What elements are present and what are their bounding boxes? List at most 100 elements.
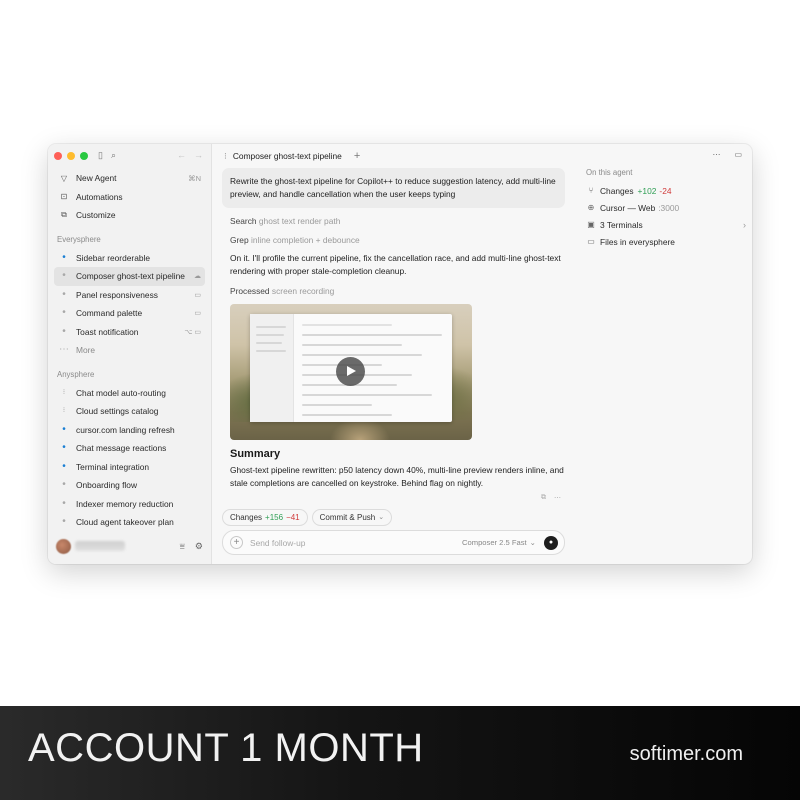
avatar[interactable] — [56, 538, 71, 554]
agent-item[interactable]: • Command palette ▭ — [54, 304, 205, 323]
loading-spinner-icon: ⁝ — [62, 407, 66, 415]
banner-site: softimer.com — [629, 743, 743, 765]
tool-step-processed[interactable]: Processed screen recording — [222, 286, 565, 297]
agent-item[interactable]: • Indexer memory reduction — [54, 495, 205, 514]
agent-item-label: cursor.com landing refresh — [76, 424, 175, 435]
preview-line — [256, 334, 284, 336]
new-tab-plus-icon[interactable]: + — [354, 150, 360, 162]
step-verb: Grep — [230, 235, 249, 245]
preview-line — [256, 342, 282, 344]
agent-item[interactable]: • Chat message reactions — [54, 439, 205, 458]
customize-icon: ⧉ — [61, 210, 67, 220]
chevron-down-icon: ⌄ — [378, 514, 385, 521]
additions-count: +102 — [637, 185, 657, 196]
screen-recording-thumbnail[interactable] — [230, 304, 472, 440]
more-label: More — [76, 345, 96, 356]
agent-item-label: Sidebar reorderable — [76, 252, 151, 263]
agent-item[interactable]: ⁝ Cloud settings catalog — [54, 402, 205, 421]
forward-arrow-icon[interactable]: → — [194, 150, 203, 160]
terminal-icon: ▣ — [587, 220, 595, 229]
tool-step-search[interactable]: Search ghost text render path — [222, 216, 565, 227]
port-label: :3000 — [658, 202, 680, 213]
agent-browser-row[interactable]: ⊕ Cursor — Web :3000 — [586, 199, 746, 216]
changes-chip[interactable]: Changes +156 −41 — [222, 509, 308, 526]
chip-label: Commit & Push — [319, 513, 376, 522]
chat-thread: Rewrite the ghost-text pipeline for Copi… — [222, 168, 565, 502]
microphone-icon[interactable]: ● — [544, 535, 558, 550]
agent-item-label: Composer ghost-text pipeline — [76, 271, 185, 282]
row-label: Files in everysphere — [600, 236, 675, 247]
status-dot: • — [62, 516, 66, 528]
agent-item[interactable]: • Toast notification ⌥ ▭ — [54, 323, 205, 342]
tab-title[interactable]: Composer ghost-text pipeline — [233, 151, 342, 161]
preview-line — [302, 324, 392, 326]
loading-spinner-icon: ⁝ — [62, 388, 66, 396]
chevron-down-icon: ⌄ — [529, 538, 536, 547]
back-arrow-icon[interactable]: ← — [177, 150, 186, 160]
panel-icon: ▭ — [194, 291, 201, 299]
close-window-button[interactable] — [54, 152, 62, 160]
status-dot: • — [62, 307, 66, 319]
zoom-window-button[interactable] — [80, 152, 88, 160]
preview-line — [302, 344, 402, 346]
promo-banner: ACCOUNT 1 MONTH softimer.com — [0, 706, 800, 800]
folder-icon: ▭ — [587, 237, 595, 246]
main-pane: ⁝ Composer ghost-text pipeline + ⋯ ▭ Rew… — [212, 144, 752, 564]
tab-bar: ⁝ Composer ghost-text pipeline + — [224, 150, 360, 162]
more-options-icon[interactable]: ⋯ — [554, 494, 561, 502]
agent-item[interactable]: • Sidebar reorderable — [54, 249, 205, 268]
more-button[interactable]: ⋯ More — [54, 341, 205, 360]
summary-text: Ghost-text pipeline rewritten: p50 laten… — [230, 465, 564, 488]
sidebar-item-customize[interactable]: ⧉ Customize — [54, 206, 205, 225]
status-dot: • — [62, 325, 66, 337]
preview-line — [302, 334, 442, 336]
agent-item[interactable]: • Terminal integration — [54, 458, 205, 477]
tool-step-grep[interactable]: Grep inline completion + debounce — [222, 235, 565, 246]
step-verb: Search — [230, 216, 257, 226]
toggle-sidebar-icon[interactable]: ▯ — [98, 150, 103, 161]
agent-item-label: Cloud agent takeover plan — [76, 517, 174, 528]
copy-icon[interactable]: ⧉ — [541, 494, 546, 502]
agent-item[interactable]: • Panel responsiveness ▭ — [54, 286, 205, 305]
loading-spinner-icon: ⁝ — [224, 150, 227, 161]
commit-push-button[interactable]: Commit & Push ⌄ — [311, 509, 393, 526]
agent-terminals-row[interactable]: ▣ 3 Terminals › — [586, 216, 746, 233]
agent-item[interactable]: ⁝ Chat model auto-routing — [54, 384, 205, 403]
agent-item[interactable]: • Onboarding flow — [54, 476, 205, 495]
sidebar-item-label: Automations — [76, 191, 123, 202]
preview-line — [302, 414, 392, 416]
section-label-anysphere: Anysphere — [57, 369, 95, 379]
agent-item-label: Chat model auto-routing — [76, 387, 166, 398]
panel-icon: ▭ — [194, 310, 201, 318]
toggle-panel-icon[interactable]: ▭ — [734, 150, 742, 159]
agent-item-active[interactable]: • Composer ghost-text pipeline ☁ — [54, 267, 205, 286]
status-dot: • — [62, 460, 66, 472]
user-message: Rewrite the ghost-text pipeline for Copi… — [222, 168, 565, 208]
agent-files-row[interactable]: ▭ Files in everysphere — [586, 233, 746, 250]
add-context-icon[interactable]: + — [230, 536, 243, 549]
deletions-count: −41 — [286, 513, 300, 522]
sidebar-item-label: New Agent — [76, 173, 117, 184]
search-icon[interactable]: ⌕ — [111, 150, 116, 161]
model-selector[interactable]: Composer 2.5 Fast ⌄ — [462, 538, 536, 547]
more-options-icon[interactable]: ⋯ — [712, 150, 720, 159]
preview-line — [302, 394, 432, 396]
sidebar-item-new-agent[interactable]: ▽ New Agent ⌘N — [54, 169, 205, 188]
preview-line — [302, 354, 422, 356]
sidebar-item-automations[interactable]: ⊡ Automations — [54, 188, 205, 207]
filter-icon[interactable]: ⩸ — [179, 541, 184, 552]
agent-item[interactable]: • cursor.com landing refresh — [54, 421, 205, 440]
agent-item-label: Terminal integration — [76, 461, 150, 472]
sidebar-item-label: Customize — [76, 210, 116, 221]
sidebar: ▯ ⌕ ← → ▽ New Agent ⌘N ⊡ Automations ⧉ C… — [48, 144, 212, 564]
agent-item-label: Panel responsiveness — [76, 289, 158, 300]
banner-title: ACCOUNT 1 MONTH — [28, 726, 424, 770]
agent-item[interactable]: • Cloud agent takeover plan — [54, 513, 205, 532]
gear-icon[interactable]: ⚙ — [195, 541, 203, 552]
minimize-window-button[interactable] — [67, 152, 75, 160]
agent-changes-row[interactable]: ⑂ Changes +102 -24 — [586, 182, 746, 199]
follow-up-input[interactable] — [250, 537, 440, 548]
play-icon[interactable] — [336, 357, 365, 386]
agent-item-label: Onboarding flow — [76, 480, 137, 491]
cloud-icon: ☁ — [194, 273, 201, 281]
